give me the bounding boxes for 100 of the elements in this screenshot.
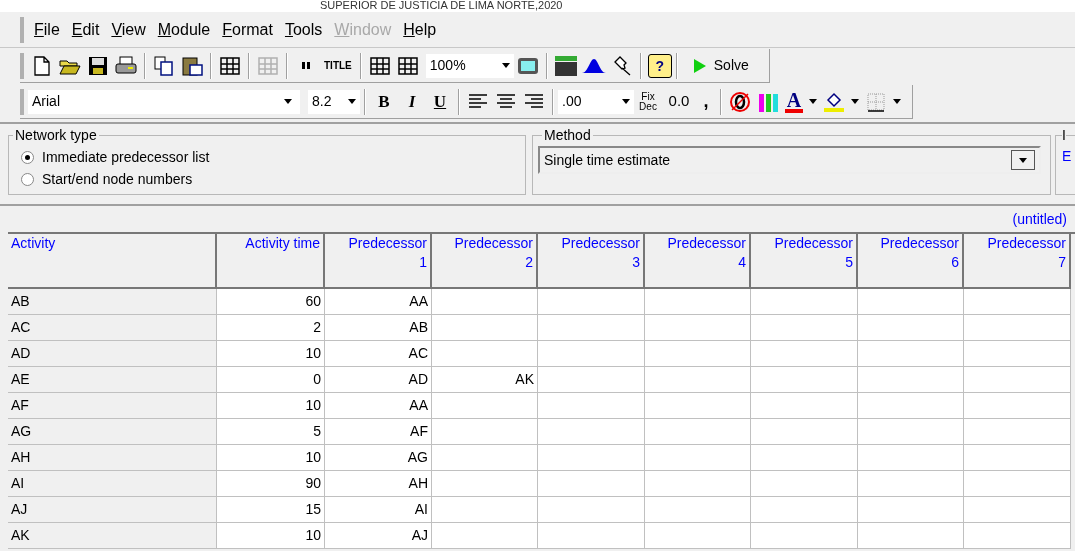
table-cell[interactable]: AI: [325, 497, 432, 523]
radio-button[interactable]: [21, 172, 34, 186]
bold-button[interactable]: B: [370, 87, 398, 116]
menu-item[interactable]: Module: [151, 17, 217, 42]
table-cell[interactable]: [964, 445, 1071, 471]
table-cell[interactable]: [964, 419, 1071, 445]
decimals-dropdown[interactable]: .00: [558, 89, 634, 114]
table-cell[interactable]: [432, 497, 538, 523]
table-cell[interactable]: AF: [8, 393, 217, 419]
table-cell[interactable]: [432, 289, 538, 315]
table-cell[interactable]: [751, 393, 858, 419]
table-cell[interactable]: [645, 341, 751, 367]
menu-item[interactable]: File: [28, 17, 66, 42]
menu-item[interactable]: Format: [216, 17, 279, 42]
table-cell[interactable]: [858, 341, 964, 367]
table-cell[interactable]: [538, 497, 645, 523]
table-cell[interactable]: 5: [217, 419, 325, 445]
menu-item[interactable]: Help: [397, 17, 443, 42]
table-cell[interactable]: [645, 471, 751, 497]
table-cell[interactable]: [432, 419, 538, 445]
table-cell[interactable]: AG: [8, 419, 217, 445]
table-cell[interactable]: [538, 445, 645, 471]
menu-item[interactable]: Tools: [278, 17, 329, 42]
column-header[interactable]: Activity time: [217, 234, 325, 289]
table-cell[interactable]: [858, 445, 964, 471]
table-cell[interactable]: AK: [432, 367, 538, 393]
table-cell[interactable]: [751, 497, 858, 523]
menu-item[interactable]: View: [105, 17, 152, 42]
column-header[interactable]: Activity: [8, 234, 217, 289]
underline-button[interactable]: U: [426, 87, 454, 116]
table-cell[interactable]: [645, 393, 751, 419]
table-cell[interactable]: [751, 341, 858, 367]
method-dropdown[interactable]: Single time estimate: [538, 146, 1041, 174]
comma-button[interactable]: ,: [696, 87, 716, 116]
table-cell[interactable]: [432, 393, 538, 419]
italic-button[interactable]: I: [398, 87, 426, 116]
table-cell[interactable]: 10: [217, 341, 325, 367]
table-cell[interactable]: [751, 289, 858, 315]
table-cell[interactable]: [858, 393, 964, 419]
table-cell[interactable]: 10: [217, 523, 325, 549]
table-cell[interactable]: [858, 367, 964, 393]
table-cell[interactable]: [964, 393, 1071, 419]
table-cell[interactable]: [432, 315, 538, 341]
table-cell[interactable]: AB: [325, 315, 432, 341]
column-header[interactable]: Predecessor 6: [858, 234, 964, 289]
table-cell[interactable]: 0: [217, 367, 325, 393]
solve-button[interactable]: Solve: [681, 51, 761, 80]
table-cell[interactable]: [538, 289, 645, 315]
table-cell[interactable]: AD: [8, 341, 217, 367]
table-cell[interactable]: [538, 419, 645, 445]
table-cell[interactable]: AI: [8, 471, 217, 497]
help-button[interactable]: ?: [647, 53, 672, 78]
decimal-format-button[interactable]: 0.0: [662, 87, 696, 116]
font-color-button[interactable]: A: [782, 87, 806, 116]
table-cell[interactable]: AH: [325, 471, 432, 497]
table-cell[interactable]: [538, 315, 645, 341]
table-cell[interactable]: [645, 497, 751, 523]
table-cell[interactable]: AH: [8, 445, 217, 471]
table-cell[interactable]: [858, 315, 964, 341]
menu-item[interactable]: Edit: [65, 17, 106, 42]
column-header[interactable]: Predecessor 2: [432, 234, 538, 289]
table-cell[interactable]: [645, 419, 751, 445]
table-cell[interactable]: [645, 523, 751, 549]
table-cell[interactable]: [858, 497, 964, 523]
column-header[interactable]: Predecessor 7: [964, 234, 1071, 289]
table-cell[interactable]: [645, 315, 751, 341]
table-cell[interactable]: [538, 523, 645, 549]
table-cell[interactable]: AA: [325, 289, 432, 315]
table-cell[interactable]: AK: [8, 523, 217, 549]
table-cell[interactable]: [432, 341, 538, 367]
table-cell[interactable]: [964, 367, 1071, 393]
font-size-dropdown[interactable]: 8.2: [308, 89, 360, 114]
radio-button[interactable]: [21, 150, 34, 164]
title-button[interactable]: TITLE: [320, 51, 356, 80]
table-cell[interactable]: [751, 523, 858, 549]
column-header[interactable]: Predecessor 3: [538, 234, 645, 289]
table-cell[interactable]: [538, 341, 645, 367]
table-cell[interactable]: [751, 367, 858, 393]
table-cell[interactable]: [964, 471, 1071, 497]
table-cell[interactable]: AF: [325, 419, 432, 445]
table-cell[interactable]: 10: [217, 393, 325, 419]
column-header[interactable]: Predecessor 1: [325, 234, 432, 289]
table-cell[interactable]: [432, 471, 538, 497]
table-cell[interactable]: 2: [217, 315, 325, 341]
table-cell[interactable]: [538, 471, 645, 497]
table-cell[interactable]: 10: [217, 445, 325, 471]
table-cell[interactable]: [538, 393, 645, 419]
table-cell[interactable]: [645, 367, 751, 393]
table-cell[interactable]: [432, 523, 538, 549]
table-cell[interactable]: [858, 289, 964, 315]
table-cell[interactable]: AD: [325, 367, 432, 393]
table-cell[interactable]: AJ: [325, 523, 432, 549]
radio-label[interactable]: Immediate predecessor list: [42, 146, 210, 168]
table-cell[interactable]: [858, 523, 964, 549]
table-cell[interactable]: 90: [217, 471, 325, 497]
table-cell[interactable]: [858, 471, 964, 497]
column-header[interactable]: Predecessor 5: [751, 234, 858, 289]
table-cell[interactable]: AC: [8, 315, 217, 341]
table-cell[interactable]: AA: [325, 393, 432, 419]
table-cell[interactable]: [645, 445, 751, 471]
